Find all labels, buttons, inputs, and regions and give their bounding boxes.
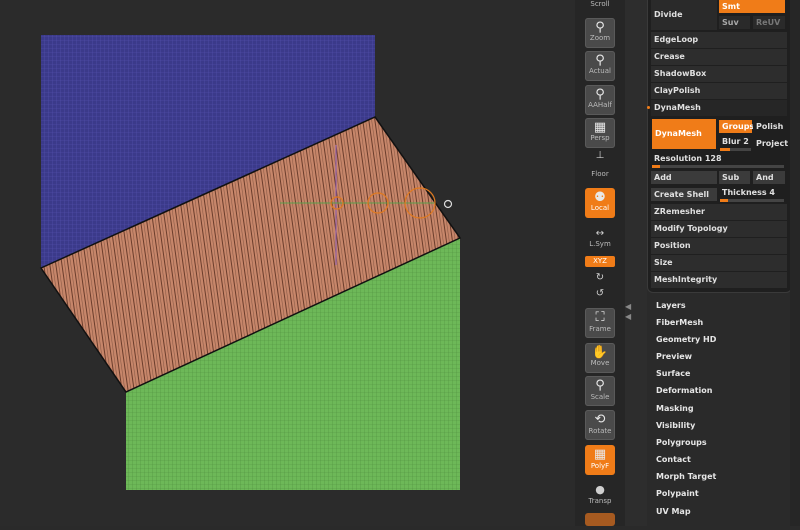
menu-fibermesh[interactable]: FiberMesh <box>656 318 703 327</box>
sub-button[interactable]: Sub <box>719 171 750 184</box>
viewport-canvas[interactable] <box>0 0 575 526</box>
actual-button[interactable]: ⚲ <box>585 51 615 81</box>
local-label: Local <box>590 204 610 212</box>
meshintegrity-row[interactable]: MeshIntegrity <box>651 272 787 288</box>
right-shelf: Scroll ⚲ Zoom ⚲ Actual ⚲ AAHalf ▦ Persp … <box>575 0 625 526</box>
blur-slider[interactable]: Blur 2 <box>719 135 752 148</box>
move-label: Move <box>590 359 610 367</box>
and-button[interactable]: And <box>753 171 785 184</box>
polyframe-icon: ▦ <box>593 447 607 462</box>
frame-button[interactable]: ⛶ <box>585 308 615 338</box>
shadowbox-row[interactable]: ShadowBox <box>651 66 787 82</box>
transp-label: Transp <box>588 497 612 505</box>
smt-button[interactable]: Smt <box>719 0 785 13</box>
thickness-slider[interactable]: Thickness 4 <box>719 186 785 199</box>
add-button[interactable]: Add <box>651 171 717 184</box>
xyz-button[interactable]: XYZ <box>585 256 615 267</box>
project-button[interactable]: Project <box>753 137 788 150</box>
menu-layers[interactable]: Layers <box>656 301 686 310</box>
zoom-label: Zoom <box>589 34 611 42</box>
persp-label: Persp <box>590 134 610 142</box>
reuv-button[interactable]: ReUV <box>753 16 785 29</box>
floor-label: Floor <box>591 170 609 178</box>
rotate-label: Rotate <box>588 427 612 435</box>
polyf-button[interactable]: ▦ <box>585 445 615 475</box>
menu-morph-target[interactable]: Morph Target <box>656 472 716 481</box>
menu-polygroups[interactable]: Polygroups <box>656 438 707 447</box>
menu-deformation[interactable]: Deformation <box>656 386 712 395</box>
panel-divider: ◀ ◀ <box>625 0 647 526</box>
polyf-label: PolyF <box>590 462 610 470</box>
geometry-panel: Divide Smt Suv ReUV EdgeLoop Crease Shad… <box>647 0 792 293</box>
polish-button[interactable]: Polish <box>753 120 787 133</box>
crease-row[interactable]: Crease <box>651 49 787 65</box>
edgeloop-row[interactable]: EdgeLoop <box>651 32 787 48</box>
frame-label: Frame <box>589 325 611 333</box>
suv-button[interactable]: Suv <box>719 16 750 29</box>
claypolish-row[interactable]: ClayPolish <box>651 83 787 99</box>
groups-button[interactable]: Groups <box>719 120 754 133</box>
partial-button[interactable] <box>585 513 615 526</box>
modify-topology-row[interactable]: Modify Topology <box>651 221 787 237</box>
dynamesh-header[interactable]: DynaMesh <box>651 100 787 116</box>
rotate-button[interactable]: ⟲ <box>585 410 615 440</box>
lsym-label: L.Sym <box>589 240 611 248</box>
resolution-slider[interactable]: Resolution 128 <box>651 152 785 165</box>
persp-button[interactable]: ▦ <box>585 118 615 148</box>
frame-icon: ⛶ <box>595 310 605 325</box>
menu-geometry-hd[interactable]: Geometry HD <box>656 335 716 344</box>
magnifier-icon: ⚲ <box>595 378 605 393</box>
zoom-button[interactable]: ⚲ <box>585 18 615 48</box>
scale-label: Scale <box>590 393 610 401</box>
size-row[interactable]: Size <box>651 255 787 271</box>
actual-label: Actual <box>589 67 611 75</box>
move-button[interactable]: ✋ <box>585 343 615 373</box>
rotate-z-icon[interactable]: ↺ <box>585 288 615 299</box>
menu-masking[interactable]: Masking <box>656 404 694 413</box>
menu-surface[interactable]: Surface <box>656 369 690 378</box>
scale-button[interactable]: ⚲ <box>585 376 615 406</box>
active-dot-icon <box>647 106 650 109</box>
menu-uv-map[interactable]: UV Map <box>656 507 691 516</box>
zremesher-row[interactable]: ZRemesher <box>651 204 787 220</box>
menu-visibility[interactable]: Visibility <box>656 421 695 430</box>
aahalf-button[interactable]: ⚲ <box>585 85 615 115</box>
dynamesh-button[interactable]: DynaMesh <box>652 119 716 149</box>
rotate-y-icon[interactable]: ↻ <box>585 272 615 283</box>
rotate-icon: ⟲ <box>594 412 606 427</box>
floor-icon[interactable]: ⊥ <box>585 150 615 161</box>
collapse-left-icon-2[interactable]: ◀ <box>625 312 631 321</box>
menu-contact[interactable]: Contact <box>656 455 691 464</box>
aahalf-label: AAHalf <box>588 101 612 109</box>
local-button[interactable]: ⚉ <box>585 188 615 218</box>
transp-icon[interactable]: ● <box>585 483 615 496</box>
menu-preview[interactable]: Preview <box>656 352 692 361</box>
resolution-slider-track[interactable] <box>652 165 784 168</box>
scroll-label: Scroll <box>590 0 610 8</box>
collapse-left-icon[interactable]: ◀ <box>625 302 631 311</box>
position-row[interactable]: Position <box>651 238 787 254</box>
blur-slider-track[interactable] <box>720 148 751 151</box>
xyz-label: XYZ <box>593 257 607 265</box>
menu-polypaint[interactable]: Polypaint <box>656 489 699 498</box>
mesh-render <box>39 35 462 490</box>
thickness-slider-track[interactable] <box>720 199 784 202</box>
create-shell-button[interactable]: Create Shell <box>651 188 717 201</box>
right-edge-bar <box>790 0 800 526</box>
divide-button[interactable]: Divide <box>651 0 717 30</box>
lsym-icon[interactable]: ↔ <box>585 228 615 239</box>
